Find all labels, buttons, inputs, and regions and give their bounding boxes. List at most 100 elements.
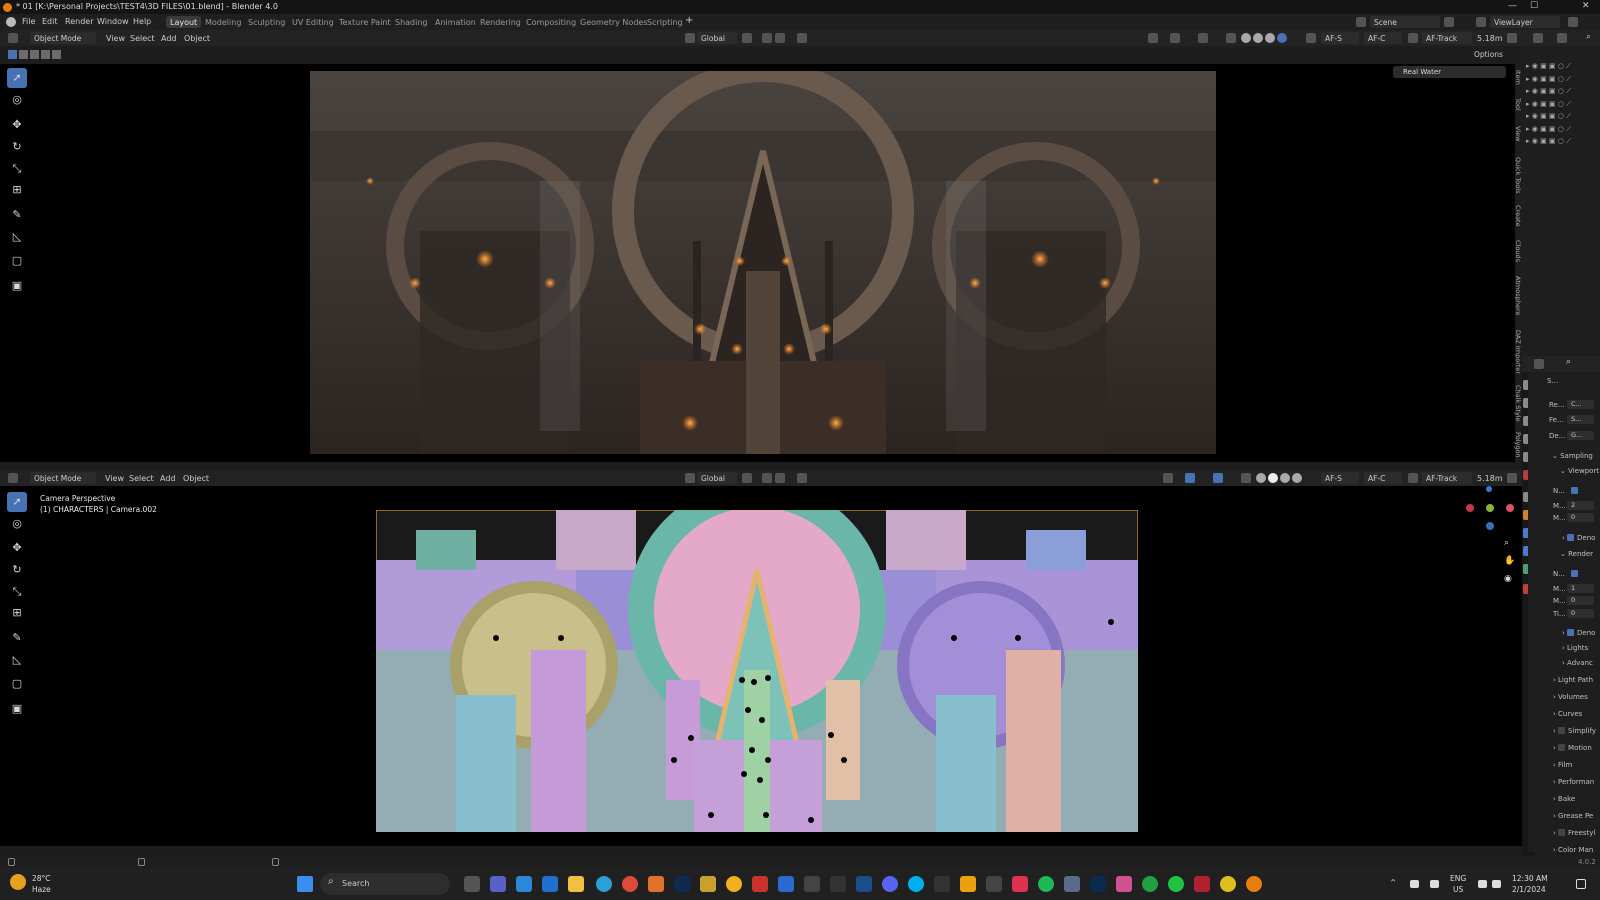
volumes-panel[interactable]: › Volumes <box>1553 693 1588 701</box>
sidebar-tab-daz-importer[interactable]: DAZ Importer <box>1512 330 1522 374</box>
sidebar-tab-create[interactable]: Create <box>1512 205 1522 227</box>
rendered-shading-icon[interactable] <box>1277 33 1287 43</box>
af-c-button[interactable]: AF-C <box>1364 472 1402 484</box>
annotate-tool[interactable]: ✎ <box>7 205 27 225</box>
editor-type-icon[interactable] <box>8 473 18 483</box>
store-icon[interactable] <box>542 876 558 892</box>
proportional-edit-icon[interactable] <box>797 473 807 483</box>
annotate-tool[interactable]: ✎ <box>7 628 27 648</box>
r-denoise-checkbox[interactable] <box>1567 629 1575 636</box>
tab-texture-paint[interactable]: Texture Paint <box>335 16 395 28</box>
gizmo-icon[interactable] <box>1170 33 1180 43</box>
select-box-tool[interactable]: ➚ <box>7 68 27 88</box>
chrome-icon[interactable] <box>622 876 638 892</box>
rotate-tool[interactable]: ↻ <box>7 137 27 157</box>
lightroom-icon[interactable] <box>1090 876 1106 892</box>
render-engine-dropdown[interactable]: C... <box>1567 400 1594 409</box>
app-icon-7[interactable] <box>830 876 846 892</box>
color-management-panel[interactable]: › Color Man <box>1553 846 1593 854</box>
weather-icon[interactable] <box>10 874 26 890</box>
volume-icon[interactable] <box>1492 880 1501 888</box>
light-path-panel[interactable]: › Light Path <box>1553 676 1593 684</box>
simplify-panel[interactable]: › Simplify <box>1553 727 1596 735</box>
wireframe-shading-icon[interactable] <box>1241 33 1251 43</box>
tab-layout[interactable]: Layout <box>166 16 202 28</box>
close-icon[interactable]: ✕ <box>1582 1 1590 11</box>
menu-add[interactable]: Add <box>161 34 177 43</box>
app-icon-9[interactable] <box>960 876 976 892</box>
select-invert-icon[interactable] <box>41 50 50 59</box>
cursor-tool[interactable]: ◎ <box>7 90 27 110</box>
camera-toggle-icon[interactable]: ◉ <box>1504 574 1512 584</box>
film-panel[interactable]: › Film <box>1553 761 1572 769</box>
minimize-icon[interactable]: — <box>1508 1 1517 11</box>
view-object-types-icon[interactable] <box>1163 473 1173 483</box>
menu-help[interactable]: Help <box>133 17 151 26</box>
gizmo-x-axis[interactable] <box>1506 504 1514 512</box>
view-layer-selector[interactable]: ViewLayer <box>1490 16 1560 28</box>
scene-icon[interactable] <box>1356 17 1366 27</box>
steam-icon[interactable] <box>856 876 872 892</box>
measure-tool[interactable]: ◺ <box>7 650 27 670</box>
menu-object[interactable]: Object <box>183 474 209 483</box>
app-icon-14[interactable] <box>1194 876 1210 892</box>
mail-icon[interactable] <box>516 876 532 892</box>
view-layer-icon[interactable] <box>1476 17 1486 27</box>
properties-search-icon[interactable]: ⌕ <box>1566 357 1571 367</box>
search-icon[interactable]: ⌕ <box>1586 32 1591 42</box>
material-shading-icon[interactable] <box>1280 473 1290 483</box>
solid-shading-icon[interactable] <box>1268 473 1278 483</box>
curves-panel[interactable]: › Curves <box>1553 710 1582 718</box>
image-tool[interactable]: ▣ <box>7 276 27 296</box>
tray-app-icon[interactable] <box>1430 880 1439 888</box>
new-scene-icon[interactable] <box>1444 17 1454 27</box>
menu-select[interactable]: Select <box>130 34 155 43</box>
tab-shading[interactable]: Shading <box>391 16 432 28</box>
maximize-icon[interactable]: ☐ <box>1530 1 1538 11</box>
spotify-icon[interactable] <box>1038 876 1054 892</box>
r-max-samples-field[interactable]: 1 <box>1567 584 1594 593</box>
tab-geometry-nodes[interactable]: Geometry Nodes <box>576 16 651 28</box>
app-icon-3[interactable] <box>726 876 742 892</box>
transform-tool[interactable]: ⊞ <box>7 603 27 623</box>
sidebar-tab-quick-tools[interactable]: Quick Tools <box>1512 157 1522 193</box>
settings-icon[interactable] <box>1064 876 1080 892</box>
menu-select[interactable]: Select <box>129 474 154 483</box>
menu-object[interactable]: Object <box>184 34 210 43</box>
add-workspace-icon[interactable]: + <box>685 15 693 26</box>
xray-icon[interactable] <box>1226 33 1236 43</box>
device-dropdown[interactable]: G... <box>1567 431 1594 440</box>
select-box-tool[interactable]: ➚ <box>7 492 27 512</box>
select-extend-icon[interactable] <box>19 50 28 59</box>
gizmo-y-axis[interactable] <box>1486 522 1494 530</box>
overlay-icon[interactable] <box>1198 33 1208 43</box>
add-cube-tool[interactable]: ▢ <box>7 251 27 271</box>
tray-overflow-icon[interactable]: ^ <box>1390 878 1396 887</box>
chat-icon[interactable] <box>490 876 506 892</box>
r-time-limit-field[interactable]: 0 <box>1567 609 1594 618</box>
windows-start-icon[interactable] <box>297 876 313 892</box>
edge-icon[interactable] <box>596 876 612 892</box>
focus-icon[interactable] <box>1408 33 1418 43</box>
tab-rendering[interactable]: Rendering <box>476 16 525 28</box>
menu-view[interactable]: View <box>105 474 124 483</box>
add-cube-tool[interactable]: ▢ <box>7 674 27 694</box>
vp-min-samples-field[interactable]: 0 <box>1567 513 1594 522</box>
photoshop-icon[interactable] <box>674 876 690 892</box>
af-s-button[interactable]: AF-S <box>1321 472 1359 484</box>
app-icon-6[interactable] <box>804 876 820 892</box>
top-viewport[interactable]: Real Water <box>0 64 1515 462</box>
sidebar-tab-atmosphere[interactable]: Atmosphere <box>1512 276 1522 315</box>
bottom-viewport[interactable]: Camera Perspective (1) CHARACTERS | Came… <box>0 486 1555 846</box>
menu-file[interactable]: File <box>22 17 35 26</box>
sidebar-tab-polygon[interactable]: Polygon <box>1512 432 1522 458</box>
select-new-icon[interactable] <box>8 50 17 59</box>
overlay-icon[interactable] <box>1213 473 1223 483</box>
pan-hand-icon[interactable]: ✋ <box>1504 556 1515 566</box>
simplify-checkbox[interactable] <box>1558 727 1566 734</box>
mode-dropdown[interactable]: Object Mode <box>30 32 96 44</box>
advanced-subpanel-toggle[interactable]: › Advanc <box>1562 659 1593 667</box>
outliner-visibility-icons[interactable]: ▸ ◉ ▣ ▣ ○ ⟋ ▸ ◉ ▣ ▣ ○ ⟋ ▸ ◉ ▣ ▣ ○ ⟋ ▸ ◉ ▣ ▣… <box>1526 60 1596 148</box>
af-track-button[interactable]: AF-Track <box>1422 32 1472 44</box>
tab-sculpting[interactable]: Sculpting <box>244 16 289 28</box>
